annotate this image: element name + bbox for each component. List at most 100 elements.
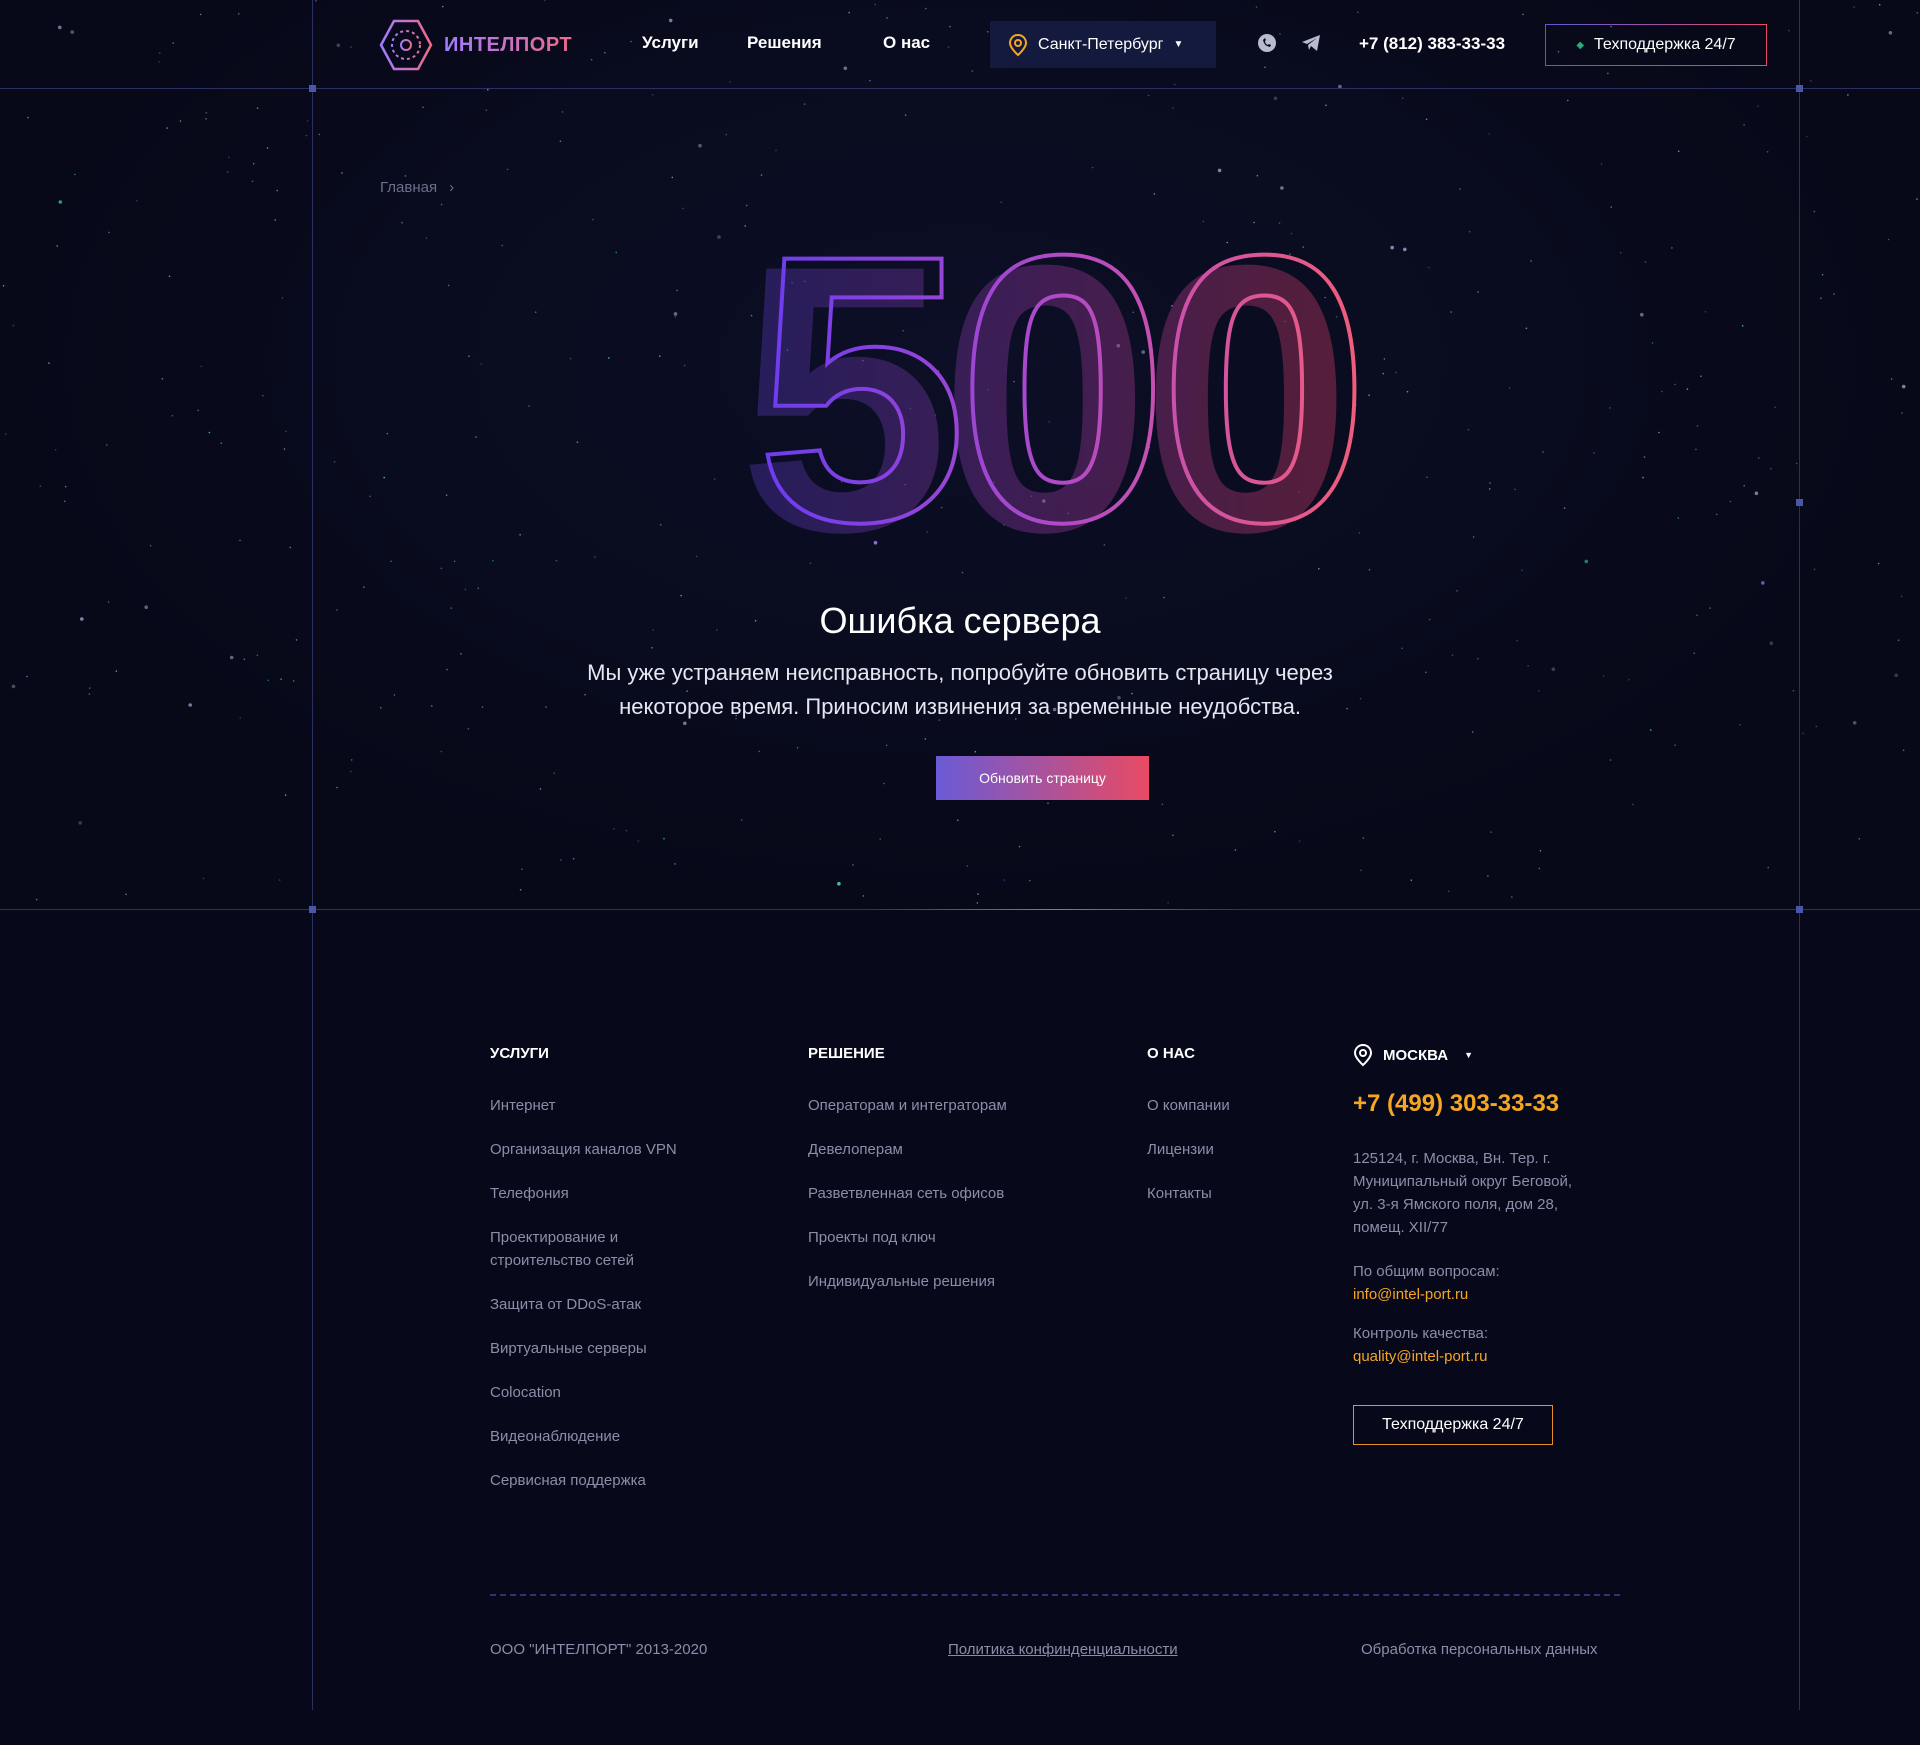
grid-node	[1796, 85, 1803, 92]
star	[115, 670, 118, 672]
star	[1147, 94, 1150, 97]
star	[54, 448, 57, 451]
footer-link-company[interactable]: О компании	[1147, 1094, 1230, 1117]
footer-address-line: 125124, г. Москва, Вн. Тер. г.	[1353, 1150, 1551, 1167]
footer-city-name: МОСКВА	[1383, 1046, 1449, 1064]
telegram-icon[interactable]	[1300, 32, 1322, 54]
footer-address-line: ул. 3-я Ямского поля, дом 28,	[1353, 1196, 1559, 1213]
star	[252, 162, 255, 165]
star	[179, 120, 182, 122]
star	[862, 895, 865, 897]
footer-link-operators[interactable]: Операторам и интеграторам	[808, 1094, 1007, 1117]
logo-text: ИНТЕЛПОРТ	[444, 33, 573, 56]
star	[158, 52, 161, 54]
star	[480, 363, 483, 365]
footer-link-colocation[interactable]: Colocation	[490, 1381, 561, 1404]
star	[1890, 378, 1893, 380]
nav-about[interactable]: О нас	[883, 33, 930, 53]
support-button[interactable]: ◆ Техподдержка 24/7	[1545, 24, 1767, 66]
quality-email-link[interactable]: quality@intel-port.ru	[1353, 1348, 1487, 1365]
footer-link-video[interactable]: Видеонаблюдение	[490, 1425, 620, 1448]
footer-link-developers[interactable]: Девелоперам	[808, 1138, 903, 1161]
star	[1539, 850, 1542, 852]
star	[336, 786, 338, 789]
star	[229, 655, 234, 660]
star	[837, 881, 841, 886]
star	[1163, 596, 1165, 599]
footer-link-internet[interactable]: Интернет	[490, 1094, 555, 1117]
star	[1729, 500, 1732, 503]
footer-link-vps[interactable]: Виртуальные серверы	[490, 1337, 647, 1360]
footer-city-selector[interactable]: МОСКВА ▼	[1353, 1043, 1473, 1067]
header-phone[interactable]: +7 (812) 383-33-33	[1359, 34, 1505, 54]
refresh-page-button[interactable]: Обновить страницу	[936, 756, 1149, 800]
star	[1640, 312, 1644, 317]
star	[460, 653, 462, 655]
star	[256, 107, 259, 109]
logo[interactable]: ИНТЕЛПОРТ	[378, 18, 572, 72]
star	[1607, 72, 1609, 75]
star	[1658, 431, 1660, 434]
footer-link-custom[interactable]: Индивидуальные решения	[808, 1270, 995, 1293]
star	[572, 857, 575, 860]
star	[1754, 491, 1759, 496]
star	[1795, 462, 1798, 465]
chevron-down-icon: ▼	[1173, 39, 1184, 50]
whatsapp-icon[interactable]	[1256, 32, 1278, 54]
star	[1642, 476, 1644, 479]
general-email-link[interactable]: info@intel-port.ru	[1353, 1286, 1468, 1303]
star	[239, 539, 241, 542]
nav-solutions[interactable]: Решения	[747, 33, 822, 53]
nav-services[interactable]: Услуги	[642, 33, 699, 53]
star	[336, 43, 341, 48]
footer-link-office-network[interactable]: Разветвленная сеть офисов	[808, 1182, 1004, 1205]
star	[285, 430, 287, 433]
star	[1542, 451, 1544, 453]
star	[874, 3, 876, 6]
star	[425, 237, 428, 239]
privacy-policy-link[interactable]: Политика конфинденциальности	[948, 1641, 1178, 1658]
star	[521, 868, 523, 871]
star	[1584, 559, 1589, 564]
footer-link-ddos[interactable]: Защита от DDoS-атак	[490, 1293, 641, 1316]
footer-link-network-design[interactable]: Проектирование и строительство сетей	[490, 1226, 634, 1272]
star	[239, 717, 241, 719]
star	[883, 782, 885, 785]
chevron-right-icon: ›	[449, 179, 455, 196]
star	[852, 864, 854, 866]
footer-support-button[interactable]: Техподдержка 24/7	[1353, 1405, 1553, 1445]
footer-link-contacts[interactable]: Контакты	[1147, 1182, 1212, 1205]
city-selector[interactable]: Санкт-Петербург ▼	[990, 21, 1216, 68]
star	[199, 13, 202, 16]
star	[539, 788, 542, 790]
star	[1538, 690, 1540, 692]
star	[1255, 6, 1258, 8]
footer-link-service-support[interactable]: Сервисная поддержка	[490, 1469, 646, 1492]
footer-link-turnkey[interactable]: Проекты под ключ	[808, 1226, 936, 1249]
star	[492, 559, 494, 562]
star	[592, 218, 594, 221]
star	[441, 5, 444, 8]
star	[519, 889, 522, 891]
star	[1813, 210, 1816, 213]
footer-link-vpn[interactable]: Организация каналов VPN	[490, 1138, 677, 1161]
star	[1900, 595, 1903, 598]
star	[445, 494, 448, 496]
star	[545, 706, 547, 708]
star	[1174, 83, 1176, 86]
star	[243, 658, 246, 661]
star	[1490, 831, 1492, 833]
star	[70, 30, 74, 34]
breadcrumb-home[interactable]: Главная	[380, 179, 437, 196]
footer-phone[interactable]: +7 (499) 303-33-33	[1353, 1090, 1559, 1118]
personal-data-link[interactable]: Обработка персональных данных	[1361, 1641, 1598, 1658]
star	[440, 567, 443, 570]
star	[925, 7, 927, 10]
star	[1525, 327, 1528, 330]
star	[1567, 99, 1569, 102]
star	[534, 311, 537, 314]
footer-link-telephony[interactable]: Телефония	[490, 1182, 569, 1205]
footer-link-licenses[interactable]: Лицензии	[1147, 1138, 1214, 1161]
city-name: Санкт-Петербург	[1038, 35, 1164, 53]
star	[977, 893, 979, 895]
